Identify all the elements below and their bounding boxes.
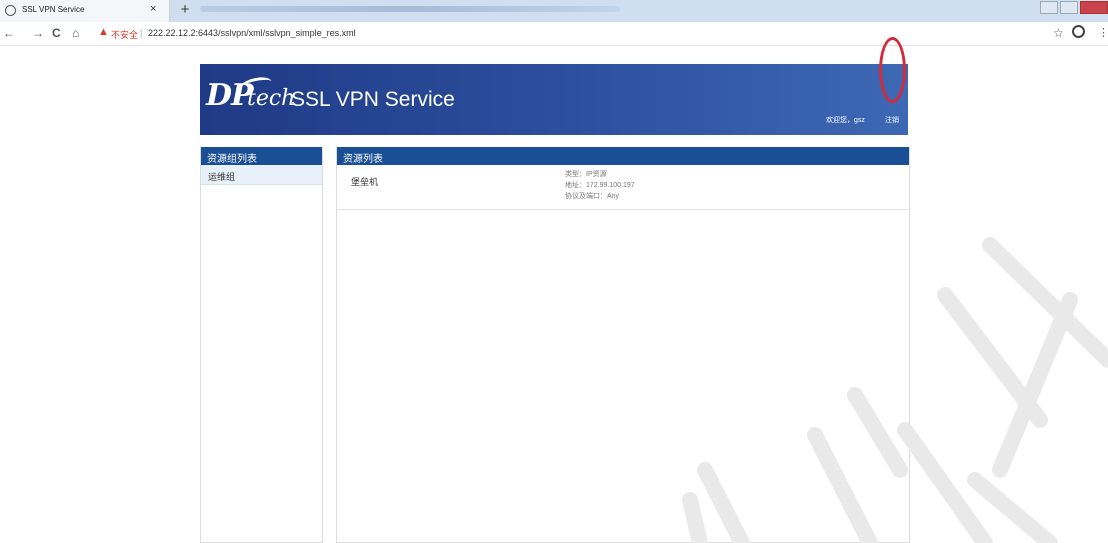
tab-title: SSL VPN Service xyxy=(22,5,85,14)
page-content: DP tech SSL VPN Service 欢迎您，gsz 注销 资源组列表… xyxy=(0,47,1108,543)
resource-list-panel: 资源列表 堡垒机 类型：IP资源 地址：172.99.100.197 协议及端口… xyxy=(336,147,910,543)
maximize-button[interactable] xyxy=(1060,1,1078,14)
reload-button[interactable]: C xyxy=(52,26,61,40)
vpn-header-banner: DP tech SSL VPN Service 欢迎您，gsz 注销 xyxy=(200,64,908,135)
browser-window: SSL VPN Service × + ← → C ⌂ ▲ 不安全 | 222.… xyxy=(0,0,1108,543)
browser-tab[interactable]: SSL VPN Service × xyxy=(0,0,170,22)
back-button[interactable]: ← xyxy=(3,26,15,40)
url-input[interactable]: 222.22.12.2:6443/sslvpn/xml/sslvpn_simpl… xyxy=(148,28,356,38)
tab-bar: SSL VPN Service × + xyxy=(0,0,1108,22)
resource-group-item[interactable]: 运维组 xyxy=(201,165,322,185)
forward-button[interactable]: → xyxy=(32,26,44,40)
minimize-button[interactable] xyxy=(1040,1,1058,14)
warning-icon: ▲ xyxy=(98,26,109,38)
security-warning[interactable]: 不安全 xyxy=(111,28,138,41)
close-window-button[interactable] xyxy=(1080,1,1108,14)
welcome-text: 欢迎您，gsz xyxy=(826,117,865,124)
resource-protocol: 协议及端口：Any xyxy=(565,193,620,200)
resource-group-panel-title: 资源组列表 xyxy=(201,147,322,165)
resource-type: 类型：IP资源 xyxy=(565,171,607,178)
address-bar: ← → C ⌂ ▲ 不安全 | 222.22.12.2:6443/sslvpn/… xyxy=(0,22,1108,46)
resource-address: 地址：172.99.100.197 xyxy=(565,182,635,189)
tab-close-button[interactable]: × xyxy=(150,3,156,15)
bookmark-star-icon[interactable]: ☆ xyxy=(1053,26,1064,40)
menu-icon[interactable]: ⋮ xyxy=(1098,26,1108,39)
globe-icon xyxy=(5,5,16,16)
profile-icon[interactable] xyxy=(1072,25,1085,38)
annotation-ellipse xyxy=(879,37,906,103)
resource-row[interactable]: 堡垒机 类型：IP资源 地址：172.99.100.197 协议及端口：Any xyxy=(337,165,909,210)
resource-list-panel-title: 资源列表 xyxy=(337,147,909,165)
blurred-region xyxy=(200,6,620,12)
logo-tech: tech xyxy=(247,86,296,111)
logout-link[interactable]: 注销 xyxy=(885,115,899,125)
resource-group-panel: 资源组列表 运维组 xyxy=(200,147,323,543)
home-button[interactable]: ⌂ xyxy=(72,26,79,40)
url-separator: | xyxy=(140,28,143,38)
brand-title: SSL VPN Service xyxy=(291,88,455,111)
window-controls xyxy=(1036,0,1108,16)
new-tab-button[interactable]: + xyxy=(176,2,194,20)
resource-name[interactable]: 堡垒机 xyxy=(351,175,378,188)
